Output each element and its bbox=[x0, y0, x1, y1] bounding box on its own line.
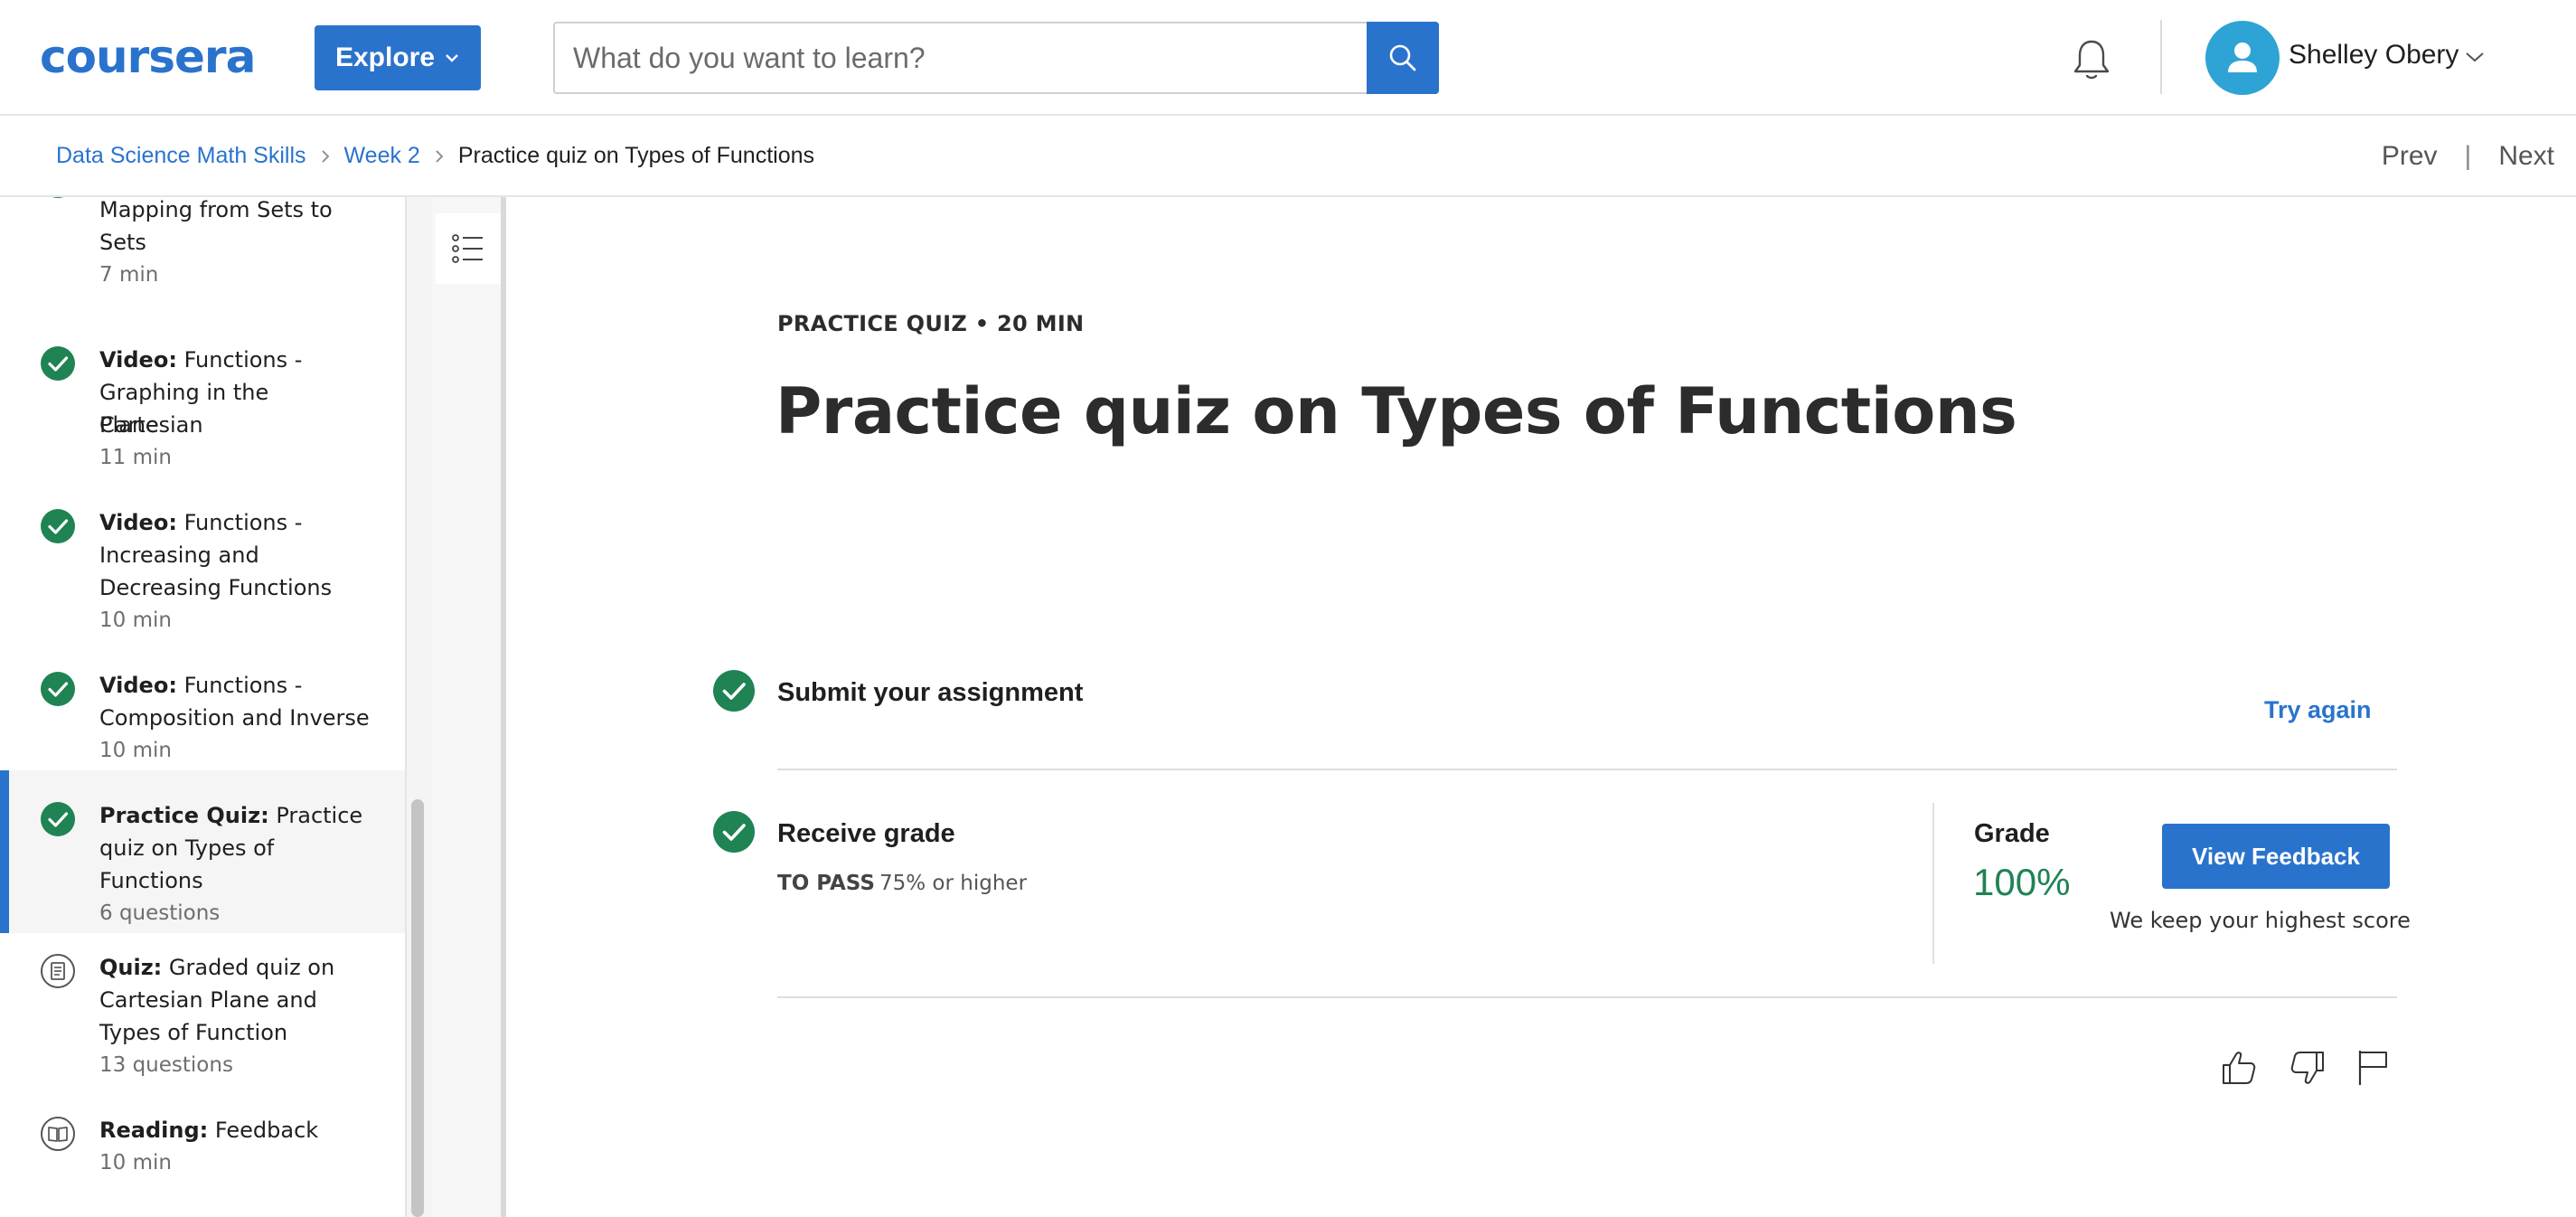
avatar[interactable] bbox=[2205, 21, 2280, 95]
prev-link[interactable]: Prev bbox=[2382, 141, 2438, 172]
search-button[interactable] bbox=[1367, 22, 1439, 94]
sidebar-item-kind: Video: bbox=[99, 510, 177, 535]
outline-column bbox=[432, 197, 506, 1217]
chevron-right-icon bbox=[321, 149, 329, 163]
breadcrumb-current: Practice quiz on Types of Functions bbox=[457, 143, 815, 168]
item-kicker: PRACTICE QUIZ • 20 MIN bbox=[777, 311, 1085, 336]
breadcrumb-week[interactable]: Week 2 bbox=[344, 143, 420, 169]
section-divider bbox=[777, 996, 2397, 998]
sidebar-scrollbar[interactable] bbox=[411, 799, 424, 1217]
sidebar-item-label: Functions - bbox=[183, 510, 303, 535]
sidebar-item-label: Increasing and bbox=[99, 542, 259, 568]
search-input[interactable] bbox=[555, 24, 1367, 92]
thumbs-up-icon[interactable] bbox=[2218, 1047, 2260, 1089]
check-circle-icon bbox=[41, 672, 75, 706]
sidebar-item-label: Practice bbox=[276, 803, 363, 828]
grade-divider bbox=[1932, 803, 1934, 964]
sidebar-item-meta: 10 min bbox=[99, 608, 172, 632]
sidebar-item-label: Feedback bbox=[214, 1118, 319, 1143]
sidebar-item-label: Decreasing Functions bbox=[99, 575, 333, 600]
view-feedback-button[interactable]: View Feedback bbox=[2162, 824, 2390, 889]
grade-value: 100% bbox=[1973, 861, 2071, 903]
to-pass-label: TO PASS bbox=[777, 872, 875, 895]
header-divider bbox=[2160, 20, 2162, 94]
sidebar-item-label: Sets bbox=[99, 230, 146, 255]
breadcrumb: Data Science Math Skills Week 2 Practice… bbox=[56, 143, 814, 169]
sidebar-item-label: Composition and Inverse bbox=[99, 705, 370, 731]
sidebar-item-kind: Video: bbox=[99, 673, 177, 698]
sidebar-item-label: Cartesian Plane and bbox=[99, 987, 317, 1013]
sidebar-item-label: Plane bbox=[99, 412, 159, 438]
grade-label: Grade bbox=[1974, 819, 2050, 848]
sidebar-item-composition-inverse[interactable]: Video: Functions - Composition and Inver… bbox=[0, 651, 405, 781]
sidebar-item-label: Mapping from Sets to bbox=[99, 197, 333, 222]
sidebar-item-meta: 10 min bbox=[99, 1151, 172, 1175]
breadcrumb-course[interactable]: Data Science Math Skills bbox=[56, 143, 306, 169]
sidebar-item-increasing-decreasing[interactable]: Video: Functions - Increasing and Decrea… bbox=[0, 488, 405, 651]
outline-list-icon bbox=[452, 234, 483, 263]
sidebar-item-label: quiz on Types of bbox=[99, 835, 275, 861]
check-circle-icon bbox=[713, 811, 755, 853]
check-circle-icon bbox=[41, 509, 75, 543]
prev-next-nav: Prev | Next bbox=[2382, 141, 2554, 172]
sidebar-item-label: Graded quiz on bbox=[168, 955, 335, 980]
sidebar-item-kind: Video: bbox=[99, 347, 177, 373]
explore-label: Explore bbox=[334, 42, 436, 72]
to-pass-value: 75% or higher bbox=[879, 872, 1028, 895]
sidebar-item-practice-quiz[interactable]: Practice Quiz: Practice quiz on Types of… bbox=[0, 770, 405, 933]
sidebar-item-label: Functions - bbox=[183, 673, 303, 698]
sidebar-item-graphing-cartesian[interactable]: Video: Functions - Graphing in the Carte… bbox=[0, 325, 405, 488]
sidebar-item-kind: Practice Quiz: bbox=[99, 803, 269, 828]
top-header: coursera Explore Shelley Obery bbox=[0, 0, 2576, 116]
bell-icon[interactable] bbox=[2066, 34, 2117, 85]
breadcrumb-bar: Data Science Math Skills Week 2 Practice… bbox=[0, 118, 2576, 197]
sidebar-item-graded-quiz[interactable]: Quiz: Graded quiz on Cartesian Plane and… bbox=[0, 933, 405, 1096]
section-divider bbox=[777, 769, 2397, 770]
sidebar-item-meta: 7 min bbox=[99, 263, 159, 287]
sidebar-item-reading-feedback[interactable]: Reading: Feedback 10 min bbox=[0, 1096, 405, 1217]
check-circle-icon bbox=[41, 346, 75, 381]
chevron-right-icon bbox=[436, 149, 444, 163]
prev-next-divider: | bbox=[2464, 141, 2472, 171]
reading-icon bbox=[41, 1117, 75, 1151]
check-circle-icon bbox=[713, 670, 755, 712]
sidebar-item-meta: 13 questions bbox=[99, 1053, 233, 1077]
search-bar bbox=[553, 22, 1439, 94]
sidebar-item-kind: Quiz: bbox=[99, 955, 163, 980]
coursera-logo[interactable]: coursera bbox=[40, 33, 256, 81]
user-icon bbox=[2228, 42, 2257, 72]
next-link[interactable]: Next bbox=[2498, 141, 2554, 172]
chevron-down-icon[interactable] bbox=[2464, 49, 2486, 65]
sidebar-item-meta: 11 min bbox=[99, 446, 172, 469]
try-again-link[interactable]: Try again bbox=[2264, 696, 2372, 724]
sidebar-item-label: Functions bbox=[99, 868, 203, 893]
quiz-icon bbox=[41, 954, 75, 988]
check-circle-icon bbox=[41, 802, 75, 836]
search-icon bbox=[1389, 44, 1416, 71]
outline-toggle-button[interactable] bbox=[436, 213, 501, 284]
receive-grade-title: Receive grade bbox=[777, 819, 955, 848]
sidebar-item-meta: 10 min bbox=[99, 739, 172, 762]
user-name[interactable]: Shelley Obery bbox=[2289, 40, 2458, 71]
page-title: Practice quiz on Types of Functions bbox=[776, 374, 2017, 448]
chevron-down-icon bbox=[446, 54, 458, 62]
highest-score-note: We keep your highest score bbox=[2110, 908, 2411, 933]
thumbs-down-icon[interactable] bbox=[2287, 1047, 2328, 1089]
sidebar-item-meta: 6 questions bbox=[99, 901, 221, 925]
submit-step-title: Submit your assignment bbox=[777, 678, 1084, 707]
sidebar-item-kind: Reading: bbox=[99, 1118, 209, 1143]
flag-icon[interactable] bbox=[2352, 1047, 2393, 1089]
sidebar-item-mapping-sets[interactable]: Mapping from Sets to Sets 7 min bbox=[0, 197, 405, 325]
sidebar-item-label: Types of Function bbox=[99, 1020, 288, 1045]
course-sidebar: Mapping from Sets to Sets 7 min Video: F… bbox=[0, 197, 407, 1217]
sidebar-item-label: Functions - bbox=[183, 347, 303, 373]
check-circle-icon bbox=[52, 197, 64, 198]
explore-button[interactable]: Explore bbox=[315, 25, 481, 90]
